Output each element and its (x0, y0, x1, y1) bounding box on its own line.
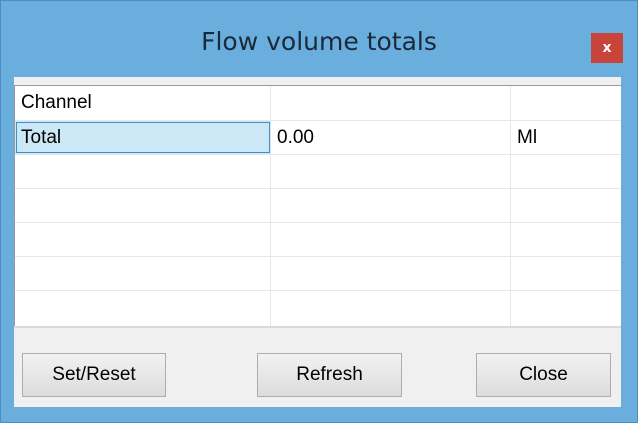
table-row[interactable] (15, 291, 621, 326)
column-header-unit (511, 86, 621, 120)
window-title: Flow volume totals (201, 27, 437, 56)
grid-cell[interactable] (15, 189, 271, 222)
grid-cell[interactable] (15, 155, 271, 188)
grid-cell[interactable] (511, 189, 621, 222)
refresh-button[interactable]: Refresh (257, 353, 402, 397)
table-row[interactable] (15, 257, 621, 291)
set-reset-button[interactable]: Set/Reset (22, 353, 166, 397)
grid-cell[interactable] (511, 291, 621, 326)
cell-unit-total[interactable]: Ml (511, 121, 621, 154)
close-button[interactable]: Close (476, 353, 611, 397)
grid-cell[interactable] (271, 223, 511, 256)
table-row[interactable] (15, 223, 621, 257)
grid-cell[interactable] (271, 291, 511, 326)
grid-cell[interactable] (271, 257, 511, 290)
totals-grid: Channel Total 0.00 Ml (14, 85, 621, 326)
cell-value-total[interactable]: 0.00 (271, 121, 511, 154)
grid-cell[interactable] (15, 223, 271, 256)
table-row[interactable] (15, 155, 621, 189)
grid-cell[interactable] (271, 189, 511, 222)
grid-header-row: Channel (15, 86, 621, 121)
cell-channel-total[interactable]: Total (15, 121, 271, 154)
table-row[interactable] (15, 189, 621, 223)
grid-cell[interactable] (15, 257, 271, 290)
column-header-channel: Channel (15, 86, 271, 120)
grid-cell[interactable] (15, 291, 271, 326)
title-bar[interactable]: Flow volume totals x (1, 1, 637, 78)
close-icon[interactable]: x (591, 33, 623, 63)
grid-bottom-border (14, 326, 621, 328)
grid-cell[interactable] (271, 155, 511, 188)
grid-cell[interactable] (511, 155, 621, 188)
grid-cell[interactable] (511, 223, 621, 256)
column-header-value (271, 86, 511, 120)
grid-cell[interactable] (511, 257, 621, 290)
table-row[interactable]: Total 0.00 Ml (15, 121, 621, 155)
